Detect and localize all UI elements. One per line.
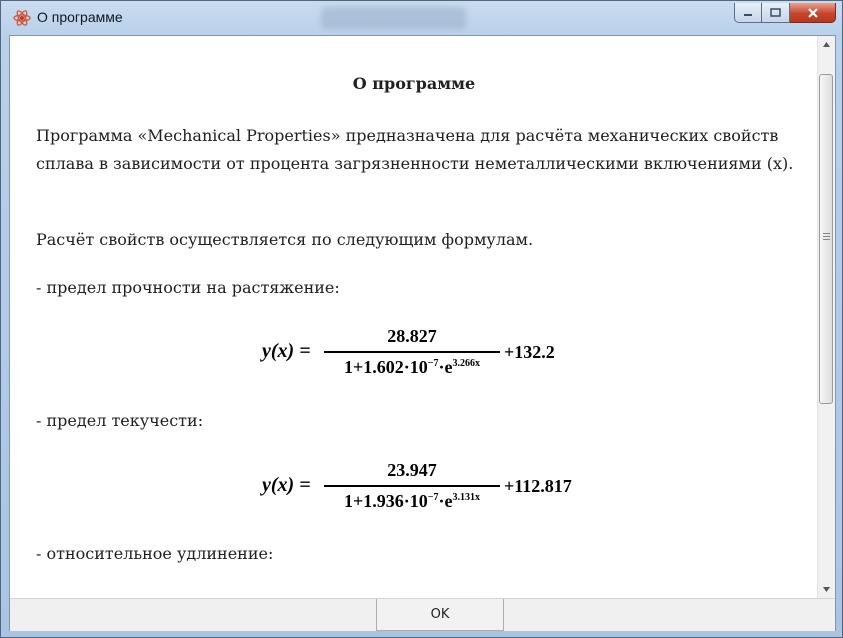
formula-constant: +112.817 xyxy=(504,476,572,496)
formula-lhs: y(x) = xyxy=(262,474,311,496)
calc-line: Расчёт свойств осуществляется по следующ… xyxy=(36,230,534,249)
minimize-icon xyxy=(744,13,752,16)
about-text-area[interactable]: О программе Программа «Mechanical Proper… xyxy=(10,36,818,598)
scroll-down-button[interactable] xyxy=(818,581,835,598)
formula-lhs: y(x) = xyxy=(262,340,311,362)
formula-tensile: y(x) = 28.827 1+1.602·10−7·e3.266x +132.… xyxy=(262,324,622,384)
section-label-tensile: - предел прочности на растяжение: xyxy=(36,278,340,297)
fraction-bar xyxy=(324,351,500,353)
about-dialog: О программе О программе Программа «Mecha… xyxy=(0,0,843,638)
window-controls xyxy=(734,3,836,25)
formula-numerator: 23.947 xyxy=(387,460,437,480)
close-icon xyxy=(807,7,818,18)
title-bar[interactable]: О программе xyxy=(1,1,842,35)
maximize-icon xyxy=(770,8,781,17)
section-label-elongation: - относительное удлинение: xyxy=(36,544,274,563)
atom-icon xyxy=(13,10,31,26)
window-title: О программе xyxy=(37,9,123,25)
formula-fraction: 23.947 1+1.936·10−7·e3.131x xyxy=(324,458,500,518)
formula-fraction: 28.827 1+1.602·10−7·e3.266x xyxy=(324,324,500,384)
fraction-bar xyxy=(324,485,500,487)
background-window-title xyxy=(321,7,466,29)
formula-constant: +132.2 xyxy=(504,342,555,362)
scroll-thumb[interactable] xyxy=(819,74,833,404)
minimize-button[interactable] xyxy=(734,3,762,23)
formula-denominator: 1+1.936·10−7·e3.131x xyxy=(344,491,480,511)
button-bar: OK xyxy=(10,598,835,631)
ok-button[interactable]: OK xyxy=(376,599,504,631)
formula-yield: y(x) = 23.947 1+1.936·10−7·e3.131x +112.… xyxy=(262,458,642,518)
close-button[interactable] xyxy=(790,3,836,23)
scroll-up-button[interactable] xyxy=(818,36,835,53)
formula-numerator: 28.827 xyxy=(387,326,437,346)
grip-icon xyxy=(823,233,830,242)
page-title: О программе xyxy=(352,74,476,93)
intro-paragraph: Программа «Mechanical Properties» предна… xyxy=(36,126,794,173)
vertical-scrollbar[interactable] xyxy=(817,36,835,598)
formula-denominator: 1+1.602·10−7·e3.266x xyxy=(344,357,480,377)
chevron-up-icon xyxy=(823,42,830,47)
section-label-yield: - предел текучести: xyxy=(36,411,204,430)
chevron-down-icon xyxy=(823,587,830,592)
dialog-client: О программе Программа «Mechanical Proper… xyxy=(9,35,836,631)
maximize-button[interactable] xyxy=(762,3,790,23)
